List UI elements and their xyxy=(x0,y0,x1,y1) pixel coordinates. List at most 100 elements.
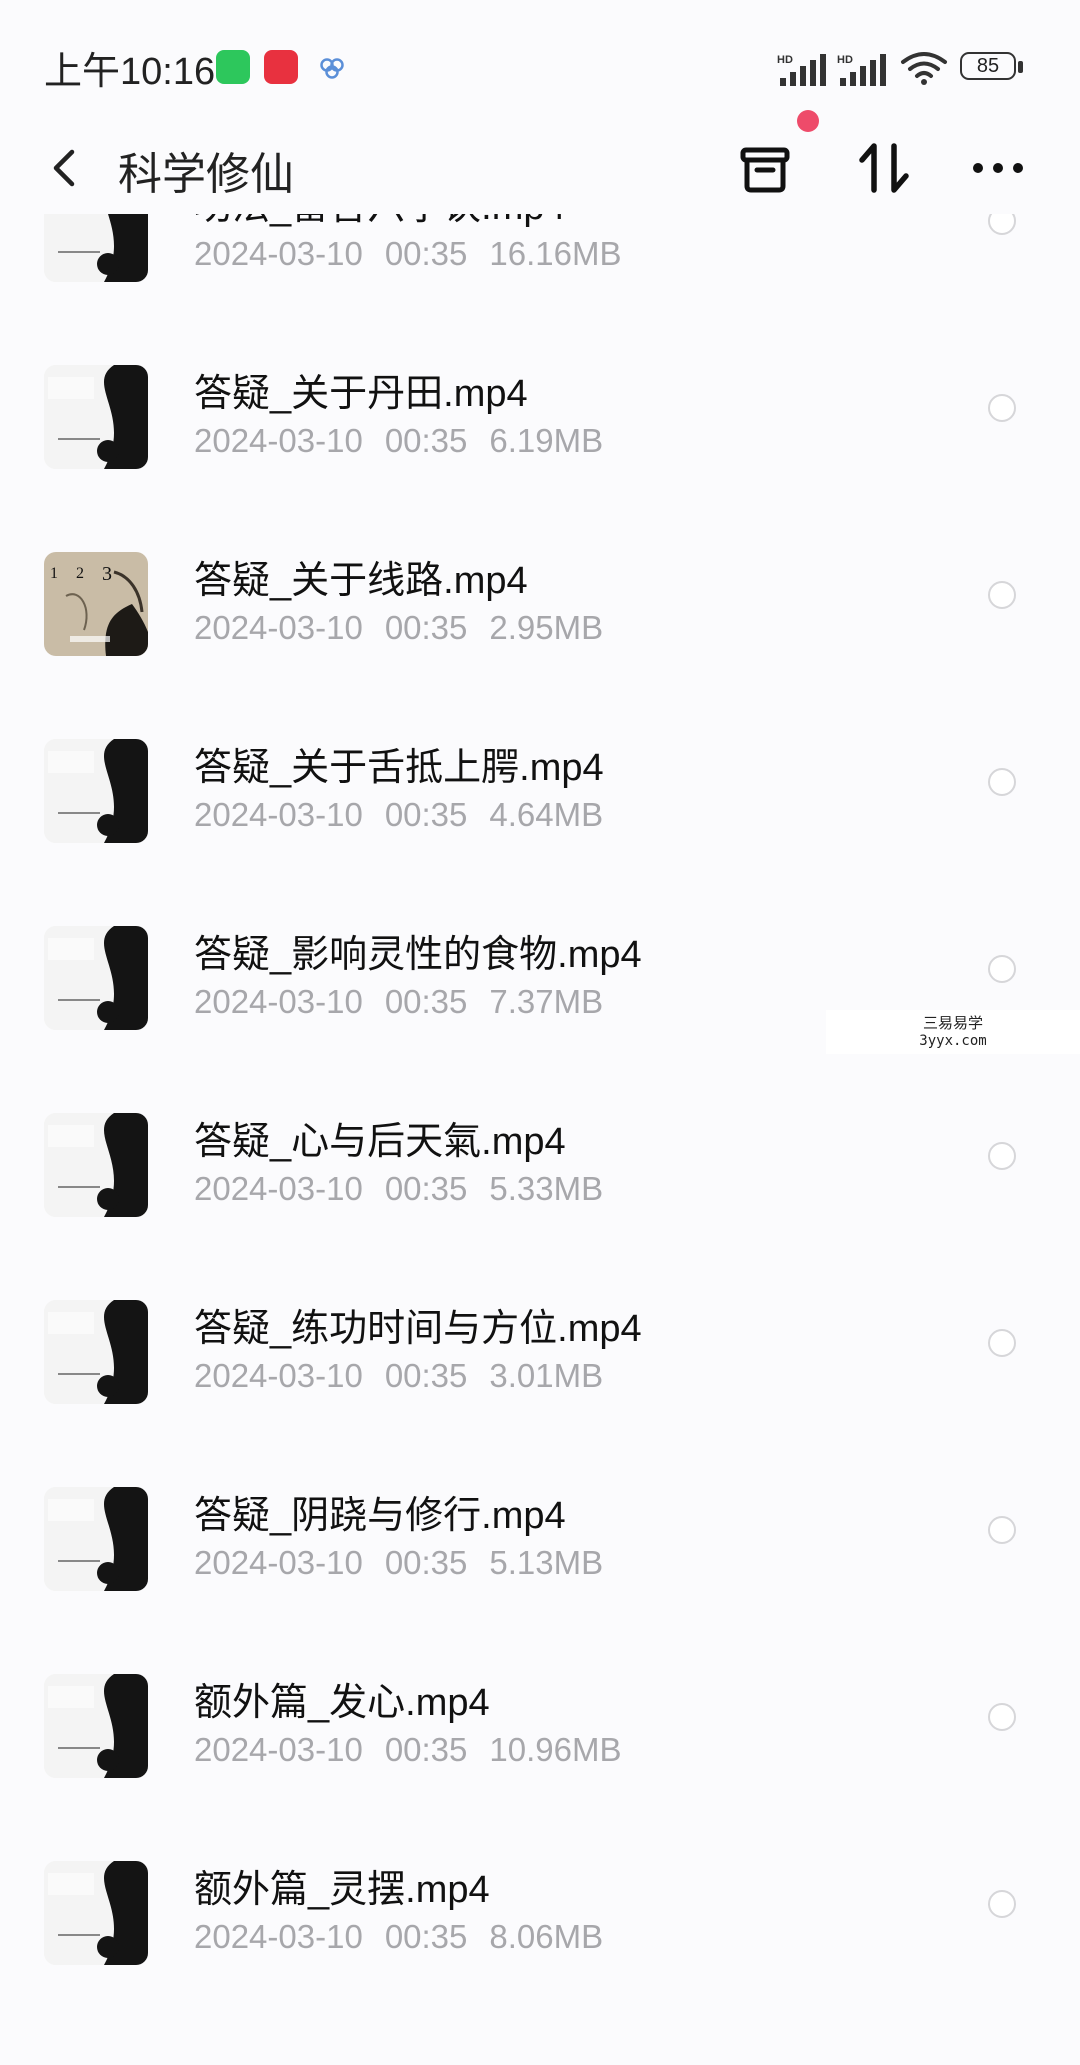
file-name: 答疑_关于舌抵上腭.mp4 xyxy=(194,747,604,789)
thumbnail-number: 2 xyxy=(76,565,84,582)
video-thumbnail: 1 2 3 xyxy=(44,552,148,656)
file-time: 00:35 xyxy=(384,796,468,833)
file-size: 6.19MB xyxy=(489,422,604,459)
archive-box-icon[interactable] xyxy=(735,138,795,198)
file-meta: 2024-03-10 00:35 2.95MB xyxy=(194,609,603,647)
file-date: 2024-03-10 xyxy=(194,609,363,646)
file-date: 2024-03-10 xyxy=(194,1170,363,1207)
select-radio[interactable] xyxy=(988,1890,1016,1918)
list-item[interactable]: 答疑_关于舌抵上腭.mp4 2024-03-10 00:35 4.64MB xyxy=(0,694,1080,881)
file-size: 2.95MB xyxy=(489,609,604,646)
svg-text:HD: HD xyxy=(777,54,793,66)
list-item[interactable]: 答疑_练功时间与方位.mp4 2024-03-10 00:35 3.01MB xyxy=(0,1255,1080,1442)
list-item[interactable]: 额外篇_灵摆.mp4 2024-03-10 00:35 8.06MB xyxy=(0,1816,1080,2003)
wechat-notification-icon xyxy=(216,50,250,84)
file-time: 00:35 xyxy=(384,1357,468,1394)
file-meta: 2024-03-10 00:35 16.16MB xyxy=(194,235,622,273)
file-name: 答疑_影响灵性的食物.mp4 xyxy=(194,934,642,976)
video-thumbnail xyxy=(44,214,148,282)
notification-dot xyxy=(797,110,819,132)
app-notification-icon xyxy=(264,50,298,84)
status-time: 上午10:16 xyxy=(44,51,216,93)
file-date: 2024-03-10 xyxy=(194,422,363,459)
file-date: 2024-03-10 xyxy=(194,1918,363,1955)
select-radio[interactable] xyxy=(988,581,1016,609)
select-radio[interactable] xyxy=(988,394,1016,422)
signal-icon-2: HD xyxy=(837,54,886,86)
file-date: 2024-03-10 xyxy=(194,1544,363,1581)
list-item[interactable]: 答疑_关于丹田.mp4 2024-03-10 00:35 6.19MB xyxy=(0,320,1080,507)
video-thumbnail xyxy=(44,739,148,843)
thumbnail-number: 3 xyxy=(102,563,112,585)
file-date: 2024-03-10 xyxy=(194,796,363,833)
file-meta: 2024-03-10 00:35 7.37MB xyxy=(194,983,603,1021)
battery-level: 85 xyxy=(976,54,1000,77)
file-time: 00:35 xyxy=(384,983,468,1020)
select-radio[interactable] xyxy=(988,1703,1016,1731)
file-time: 00:35 xyxy=(384,1544,468,1581)
list-item[interactable]: 答疑_心与后天氣.mp4 2024-03-10 00:35 5.33MB xyxy=(0,1068,1080,1255)
file-date: 2024-03-10 xyxy=(194,235,363,272)
select-radio[interactable] xyxy=(988,1329,1016,1357)
file-size: 7.37MB xyxy=(489,983,604,1020)
file-time: 00:35 xyxy=(384,1731,468,1768)
back-arrow-icon[interactable] xyxy=(44,146,84,190)
file-size: 5.33MB xyxy=(489,1170,604,1207)
file-name: 额外篇_灵摆.mp4 xyxy=(194,1869,490,1911)
thumbnail-number: 1 xyxy=(50,565,58,582)
battery-icon: 85 xyxy=(960,52,1026,84)
list-item[interactable]: 额外篇_发心.mp4 2024-03-10 00:35 10.96MB xyxy=(0,1629,1080,1816)
video-thumbnail xyxy=(44,926,148,1030)
file-meta: 2024-03-10 00:35 5.13MB xyxy=(194,1544,603,1582)
select-radio[interactable] xyxy=(988,955,1016,983)
file-size: 3.01MB xyxy=(489,1357,604,1394)
video-thumbnail xyxy=(44,1674,148,1778)
more-dots-icon[interactable] xyxy=(968,138,1028,198)
list-item[interactable]: 功法_雷音六字诀.mp4 2024-03-10 00:35 16.16MB xyxy=(0,214,1080,320)
select-radio[interactable] xyxy=(988,768,1016,796)
file-name: 额外篇_发心.mp4 xyxy=(194,1682,490,1724)
file-time: 00:35 xyxy=(384,422,468,459)
file-size: 5.13MB xyxy=(489,1544,604,1581)
list-item[interactable]: 1 2 3 答疑_关于线路.mp4 2024-03-10 00:35 2.95MB xyxy=(0,507,1080,694)
file-meta: 2024-03-10 00:35 5.33MB xyxy=(194,1170,603,1208)
status-bar: 上午10:16 HD HD 85 xyxy=(0,0,1080,120)
signal-icon: HD xyxy=(777,54,826,86)
watermark: 三易易学 3yyx.com xyxy=(826,1010,1080,1054)
select-radio[interactable] xyxy=(988,214,1016,235)
video-thumbnail xyxy=(44,1487,148,1591)
file-date: 2024-03-10 xyxy=(194,1357,363,1394)
file-meta: 2024-03-10 00:35 10.96MB xyxy=(194,1731,622,1769)
cloud-sync-icon xyxy=(320,58,344,79)
file-time: 00:35 xyxy=(384,609,468,646)
file-name: 答疑_练功时间与方位.mp4 xyxy=(194,1308,642,1350)
svg-text:HD: HD xyxy=(837,54,853,66)
video-thumbnail xyxy=(44,365,148,469)
file-meta: 2024-03-10 00:35 6.19MB xyxy=(194,422,603,460)
page-title: 科学修仙 xyxy=(118,150,294,199)
watermark-line1: 三易易学 xyxy=(922,1014,983,1032)
file-name: 答疑_心与后天氣.mp4 xyxy=(194,1121,566,1163)
file-name: 功法_雷音六字诀.mp4 xyxy=(194,214,566,230)
watermark-line2: 3yyx.com xyxy=(919,1033,987,1049)
file-time: 00:35 xyxy=(384,235,468,272)
video-thumbnail xyxy=(44,1113,148,1217)
file-size: 16.16MB xyxy=(489,235,622,272)
file-name: 答疑_关于丹田.mp4 xyxy=(194,373,528,415)
file-date: 2024-03-10 xyxy=(194,983,363,1020)
file-size: 4.64MB xyxy=(489,796,604,833)
select-radio[interactable] xyxy=(988,1142,1016,1170)
file-meta: 2024-03-10 00:35 4.64MB xyxy=(194,796,603,834)
file-time: 00:35 xyxy=(384,1170,468,1207)
select-radio[interactable] xyxy=(988,1516,1016,1544)
list-item[interactable]: 答疑_阴跷与修行.mp4 2024-03-10 00:35 5.13MB xyxy=(0,1442,1080,1629)
file-name: 答疑_关于线路.mp4 xyxy=(194,560,528,602)
file-time: 00:35 xyxy=(384,1918,468,1955)
file-meta: 2024-03-10 00:35 8.06MB xyxy=(194,1918,603,1956)
file-meta: 2024-03-10 00:35 3.01MB xyxy=(194,1357,603,1395)
sort-arrows-icon[interactable] xyxy=(854,138,914,198)
video-thumbnail xyxy=(44,1861,148,1965)
app-header: 科学修仙 xyxy=(0,120,1080,212)
file-size: 10.96MB xyxy=(489,1731,622,1768)
file-name: 答疑_阴跷与修行.mp4 xyxy=(194,1495,566,1537)
